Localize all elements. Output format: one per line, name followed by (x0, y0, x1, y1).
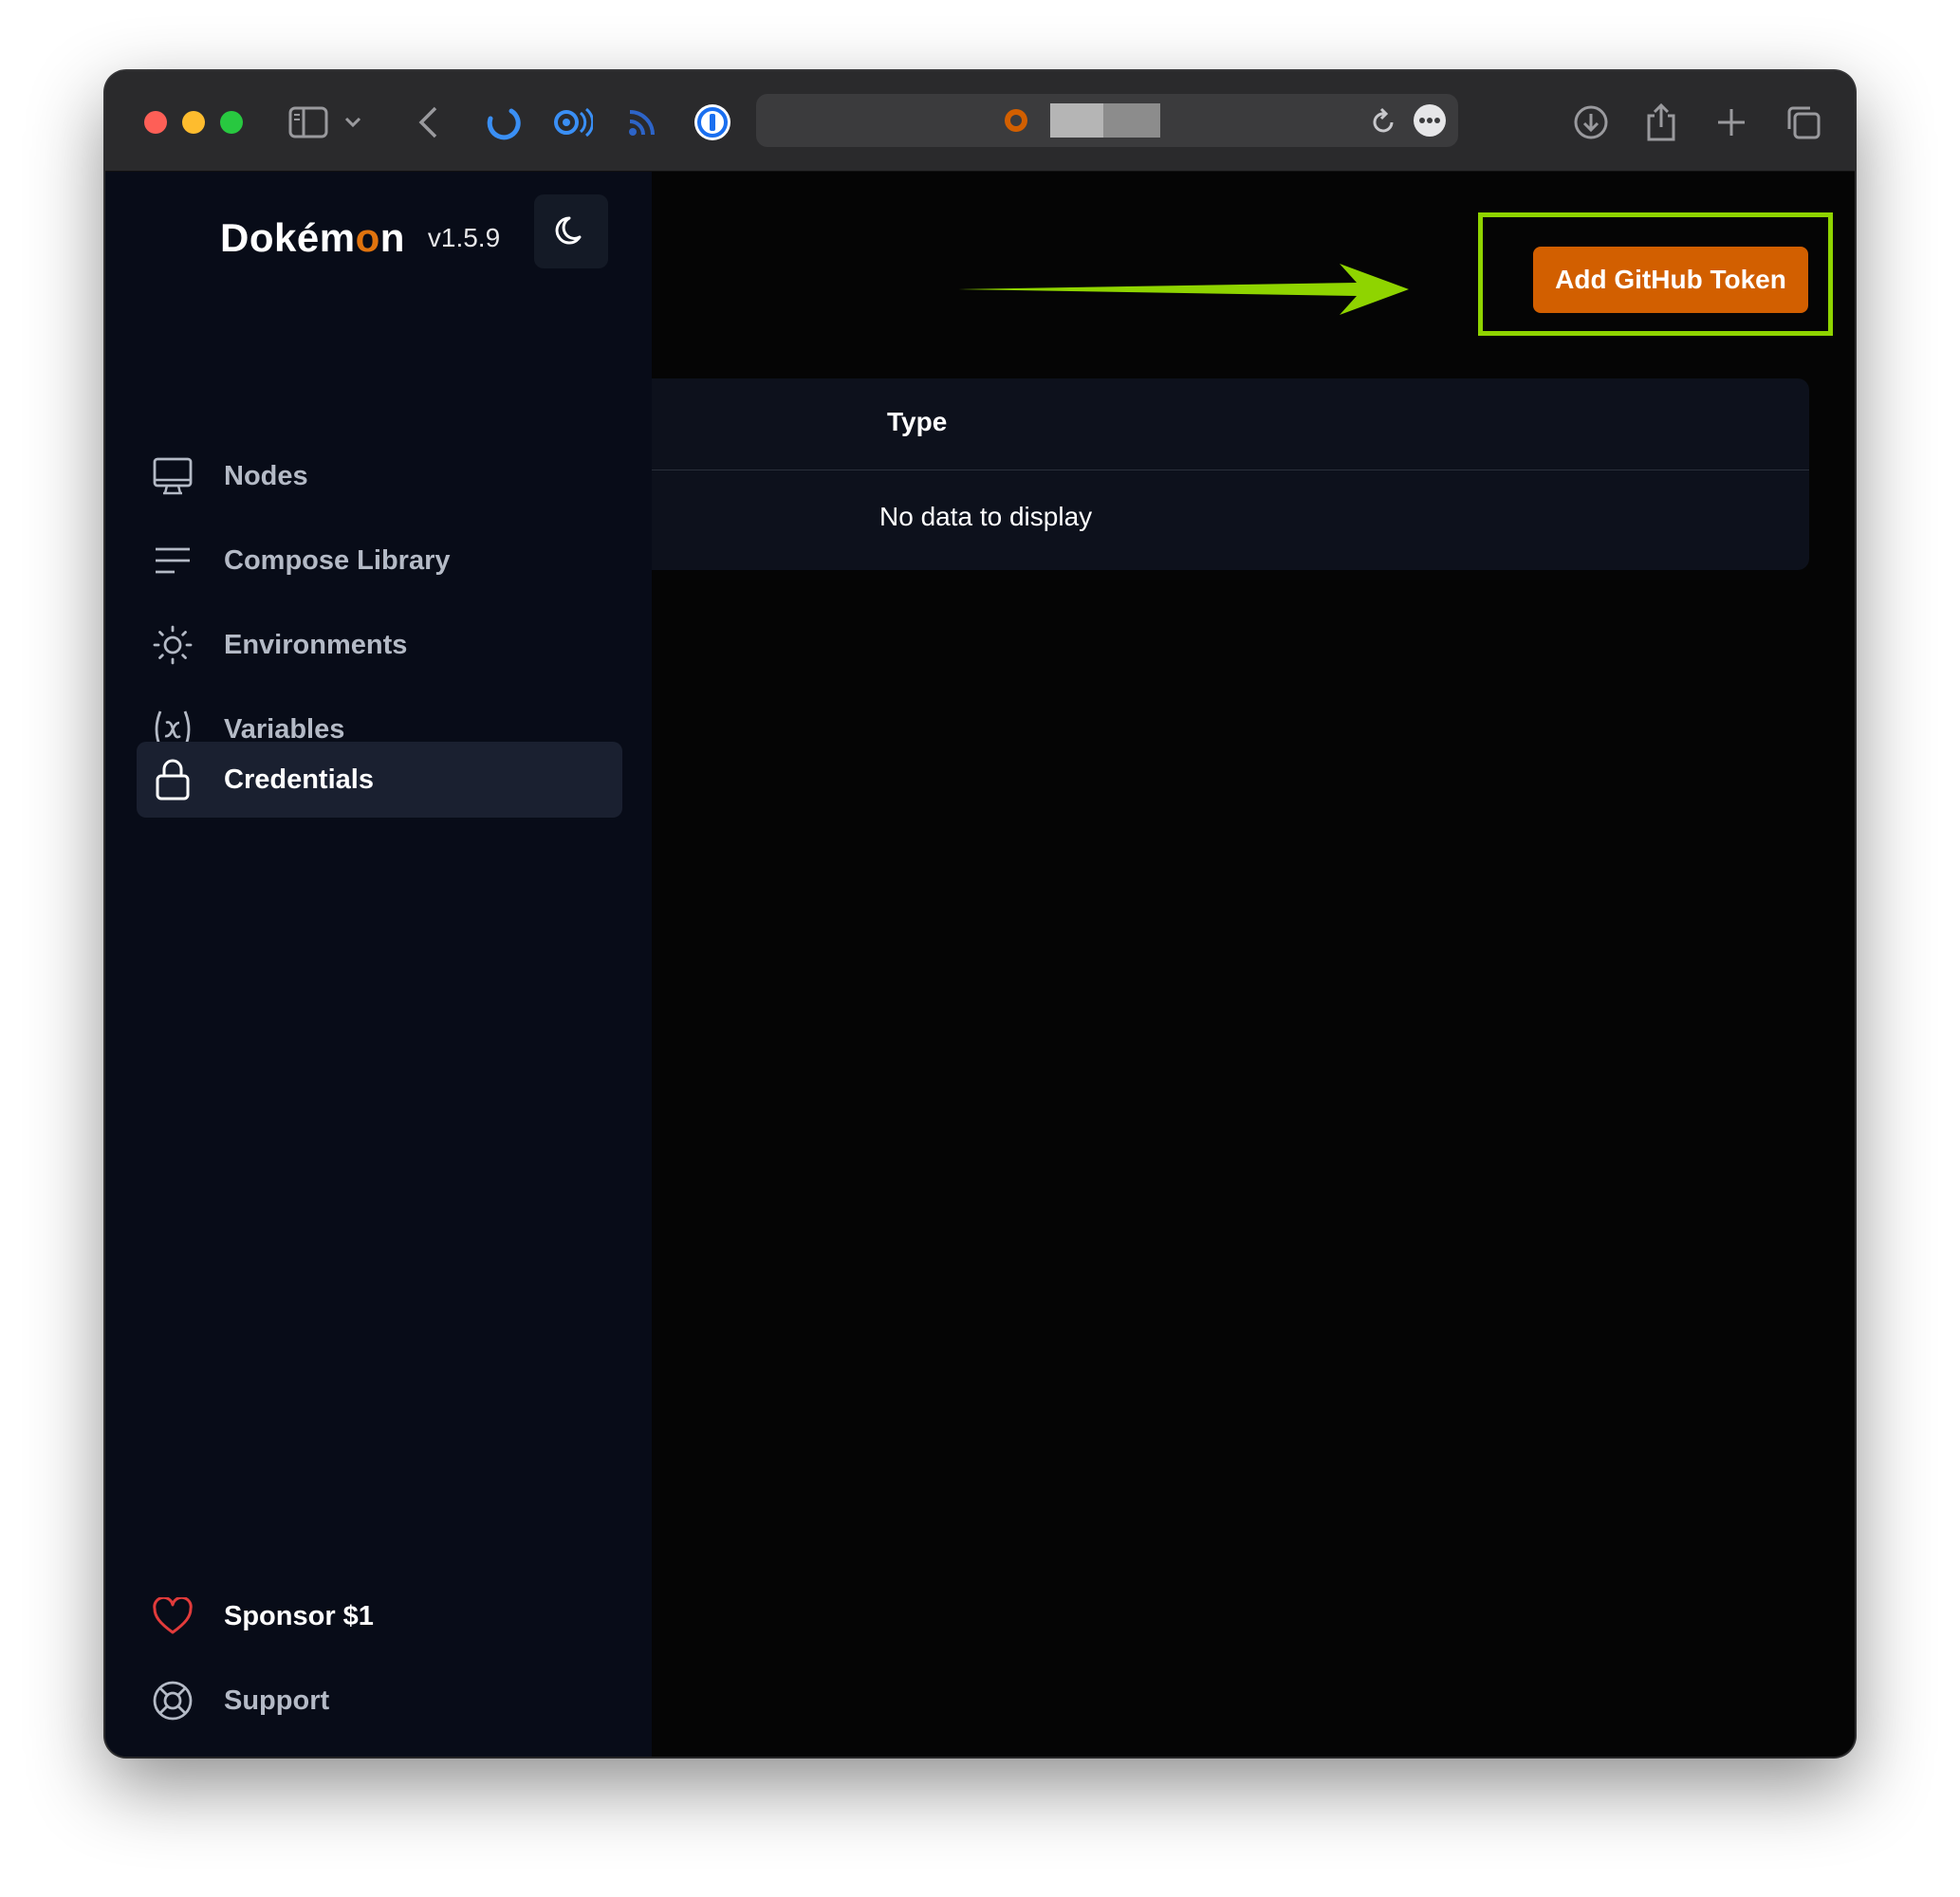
url-redacted (1050, 103, 1103, 138)
chevron-down-icon[interactable] (339, 100, 367, 145)
table-empty-message: No data to display (879, 502, 1093, 531)
site-favicon-icon (1005, 109, 1027, 132)
sidebar-item-label: Nodes (224, 460, 308, 491)
download-icon[interactable] (1568, 100, 1614, 145)
app-logo: Dokémon (220, 215, 405, 260)
sidebar: Dokémon v1.5.9 Nodes Compose Library Env… (105, 172, 652, 1757)
app-brand[interactable]: Dokémon v1.5.9 (220, 210, 500, 267)
moon-icon (555, 216, 582, 245)
tab-overview-icon[interactable] (1781, 100, 1826, 145)
close-window-button[interactable] (144, 111, 167, 134)
monitor-icon (150, 453, 195, 499)
new-tab-icon[interactable] (1709, 100, 1754, 145)
sidebar-item-label: Variables (224, 713, 345, 745)
sidebar-item-label: Sponsor $1 (224, 1600, 374, 1631)
reload-icon[interactable] (1371, 107, 1397, 136)
zoom-window-button[interactable] (220, 111, 243, 134)
password-manager-icon[interactable] (690, 100, 735, 145)
theme-toggle-button[interactable] (534, 194, 608, 268)
credentials-table: Type No data to display (652, 378, 1809, 570)
sidebar-item-label: Credentials (224, 764, 374, 795)
sidebar-toggle-icon[interactable] (286, 100, 331, 145)
sidebar-item-support[interactable]: Support (137, 1663, 622, 1739)
heart-icon (150, 1593, 195, 1639)
sidebar-item-label: Support (224, 1685, 330, 1716)
add-github-token-button[interactable]: Add GitHub Token (1533, 247, 1808, 313)
sidebar-item-credentials[interactable]: Credentials (137, 742, 622, 818)
sidebar-item-label: Compose Library (224, 544, 451, 576)
loading-extension-icon[interactable] (479, 100, 525, 145)
share-icon[interactable] (1638, 100, 1684, 145)
table-header: Type (652, 378, 1809, 470)
sidebar-item-label: Environments (224, 629, 408, 660)
address-bar[interactable] (756, 94, 1458, 147)
sidebar-item-nodes[interactable]: Nodes (137, 438, 622, 514)
star-extension-icon[interactable] (549, 100, 595, 145)
url-redacted (1103, 103, 1160, 138)
lifebuoy-icon (150, 1678, 195, 1723)
sidebar-item-user[interactable]: juani (137, 1747, 622, 1757)
browser-window: Dokémon v1.5.9 Nodes Compose Library Env… (105, 71, 1855, 1757)
minimize-window-button[interactable] (182, 111, 205, 134)
main-content: Add GitHub Token Type No data to display (652, 172, 1855, 1757)
sidebar-item-environments[interactable]: Environments (137, 607, 622, 683)
sidebar-item-sponsor[interactable]: Sponsor $1 (137, 1578, 622, 1654)
sidebar-item-compose-library[interactable]: Compose Library (137, 523, 622, 599)
app-version: v1.5.9 (427, 223, 501, 252)
annotation-arrow-icon (958, 264, 1409, 315)
sun-icon (150, 622, 195, 668)
column-header-type[interactable]: Type (887, 407, 947, 437)
browser-toolbar (105, 71, 1855, 172)
lock-icon (150, 757, 195, 802)
lines-icon (150, 538, 195, 583)
back-icon[interactable] (405, 100, 451, 145)
more-options-icon[interactable] (1413, 103, 1447, 138)
rss-icon[interactable] (619, 100, 665, 145)
